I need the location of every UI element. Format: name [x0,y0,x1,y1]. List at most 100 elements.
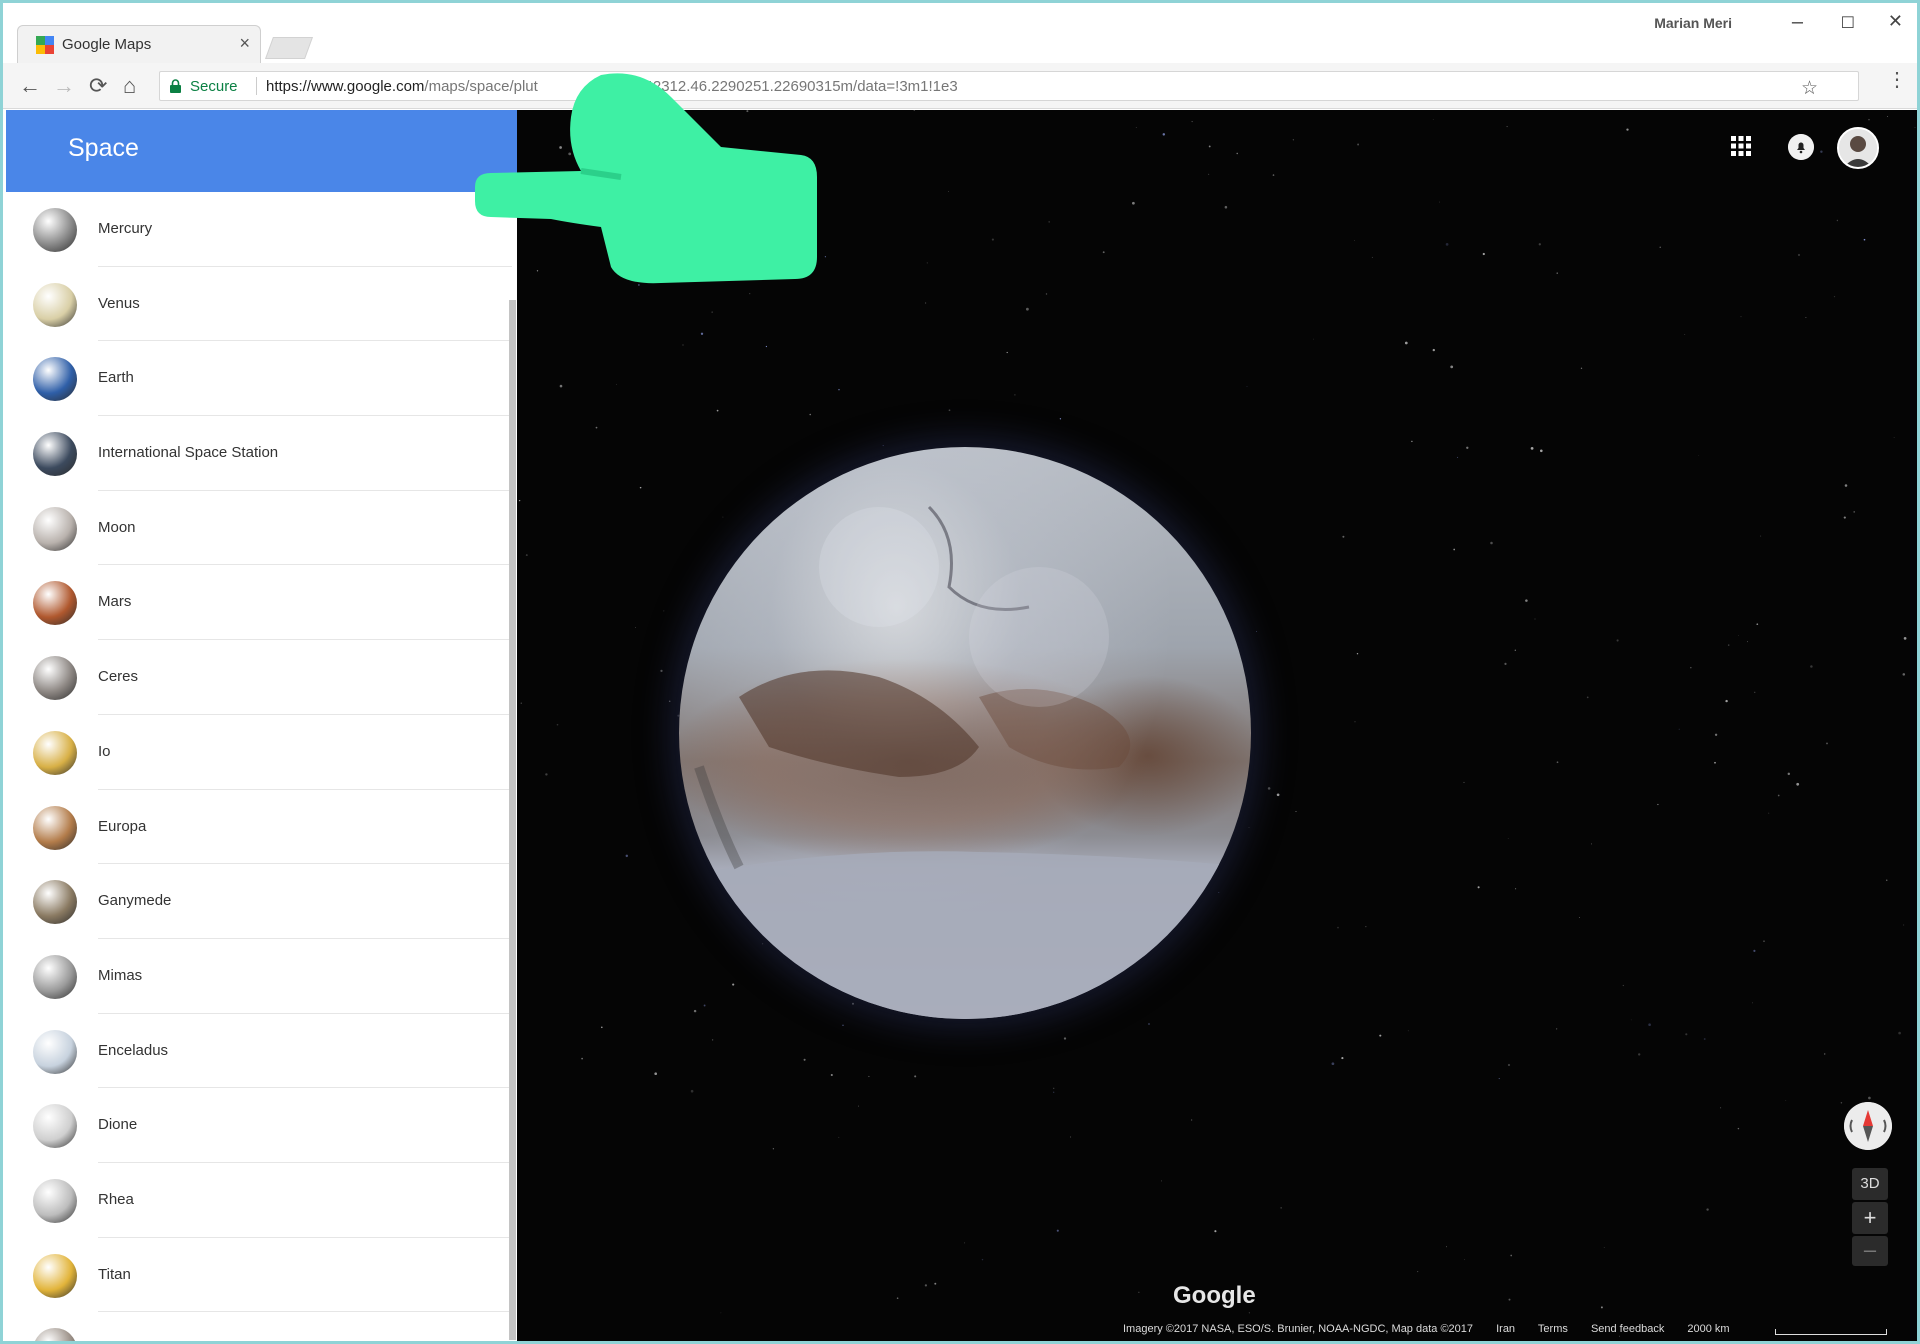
space-sidebar: Space Mercury Venus Earth International Spa… [6,110,517,1341]
account-avatar[interactable] [1837,127,1879,169]
star [1379,1034,1382,1037]
star [1246,386,1248,387]
star [1538,243,1541,246]
window-user-name[interactable]: Marian Meri [1654,15,1732,31]
star [1902,673,1906,676]
tab-google-maps[interactable]: Google Maps × [17,25,261,63]
address-bar[interactable]: Secure https://www.google.com/maps/space… [159,71,1859,101]
star [1477,886,1480,889]
star [1678,728,1680,730]
star [1191,121,1193,123]
reload-icon[interactable]: ⟳ [89,73,107,99]
star [1224,205,1228,209]
star [1463,781,1465,783]
zoom-out-button[interactable]: – [1852,1236,1888,1266]
star [1276,793,1280,797]
new-tab-button[interactable] [264,37,314,59]
terms-link[interactable]: Terms [1538,1323,1568,1335]
planet-list-item[interactable]: Ganymede [6,864,512,939]
star [1026,307,1029,311]
planet-list-item[interactable]: Enceladus [6,1014,512,1089]
sidebar-scrollbar[interactable] [509,300,516,1340]
star [1886,879,1888,881]
notifications-icon[interactable] [1788,134,1814,160]
star [842,1024,844,1026]
star [1863,238,1866,241]
tab-close-icon[interactable]: × [239,33,250,54]
google-apps-icon[interactable] [1730,135,1752,157]
planet-list-item[interactable]: Europa [6,790,512,865]
planet-list-item[interactable]: Ceres [6,640,512,715]
star [625,854,629,858]
planet-list-item[interactable]: Dione [6,1088,512,1163]
planet-list-item[interactable]: Mercury [6,192,512,267]
forward-arrow-icon[interactable]: → [53,73,75,99]
bookmark-star-icon[interactable]: ☆ [1801,77,1818,100]
compass-icon[interactable] [1844,1102,1892,1150]
star [711,311,713,313]
star [663,610,665,612]
star [1162,133,1166,136]
star [1053,1091,1055,1093]
planet-list-item[interactable]: Mars [6,565,512,641]
sidebar-title: Space [68,134,139,162]
star [1267,787,1271,790]
planet-name-label: Titan [98,1265,131,1283]
star [559,384,563,388]
browser-menu-icon[interactable]: ⋮ [1887,67,1907,92]
star [1747,641,1748,643]
star [1840,1102,1843,1104]
star [1586,696,1589,699]
star [1591,843,1592,845]
star [1659,246,1661,248]
planet-list-item[interactable]: Mimas [6,939,512,1014]
zoom-in-button[interactable]: + [1852,1202,1888,1234]
star [1457,456,1459,458]
home-icon[interactable]: ⌂ [123,73,136,99]
star [1048,221,1051,223]
planet-list-item[interactable]: Titan [6,1238,512,1313]
star [1903,924,1905,926]
star [1255,631,1257,632]
star [1450,365,1454,369]
region-link[interactable]: Iran [1496,1323,1515,1335]
star [1510,1254,1513,1257]
star [660,669,663,673]
star [1797,253,1801,257]
star [595,426,598,429]
close-window-icon[interactable]: ✕ [1888,11,1903,32]
planet-list-item[interactable]: Venus [6,267,512,342]
planet-list-item[interactable]: Rhea [6,1163,512,1238]
star [1236,152,1238,155]
planet-list-item[interactable]: Io [6,715,512,790]
star [1248,1312,1251,1314]
scale-label[interactable]: 2000 km [1687,1323,1729,1335]
3d-toggle-button[interactable]: 3D [1852,1168,1888,1200]
star [1698,455,1700,456]
star [1714,761,1716,764]
star [1135,126,1137,128]
star [925,302,927,304]
planet-thumbnail-icon [33,1253,77,1298]
star [1508,1298,1511,1301]
send-feedback-link[interactable]: Send feedback [1591,1323,1664,1335]
planet-list-item[interactable]: Earth [6,341,512,417]
star [1515,888,1517,890]
pluto-globe[interactable] [679,447,1251,1019]
star [1404,341,1408,345]
star [1763,940,1765,942]
star [1525,599,1528,602]
planet-list-item[interactable] [6,1312,512,1341]
back-arrow-icon[interactable]: ← [19,73,41,99]
maximize-icon[interactable]: ☐ [1841,13,1855,33]
star [1820,150,1823,153]
planet-list-item[interactable]: International Space Station [6,416,512,491]
star [1785,1100,1787,1101]
planet-thumbnail-icon [33,208,77,252]
minimize-icon[interactable]: – [1792,11,1803,34]
space-map-view[interactable]: 3D + – Google Imagery ©2017 NASA, ESO/S.… [517,110,1917,1341]
star [1354,721,1356,723]
star [690,1089,694,1093]
star [1777,794,1780,797]
planet-list-item[interactable]: Moon [6,491,512,566]
